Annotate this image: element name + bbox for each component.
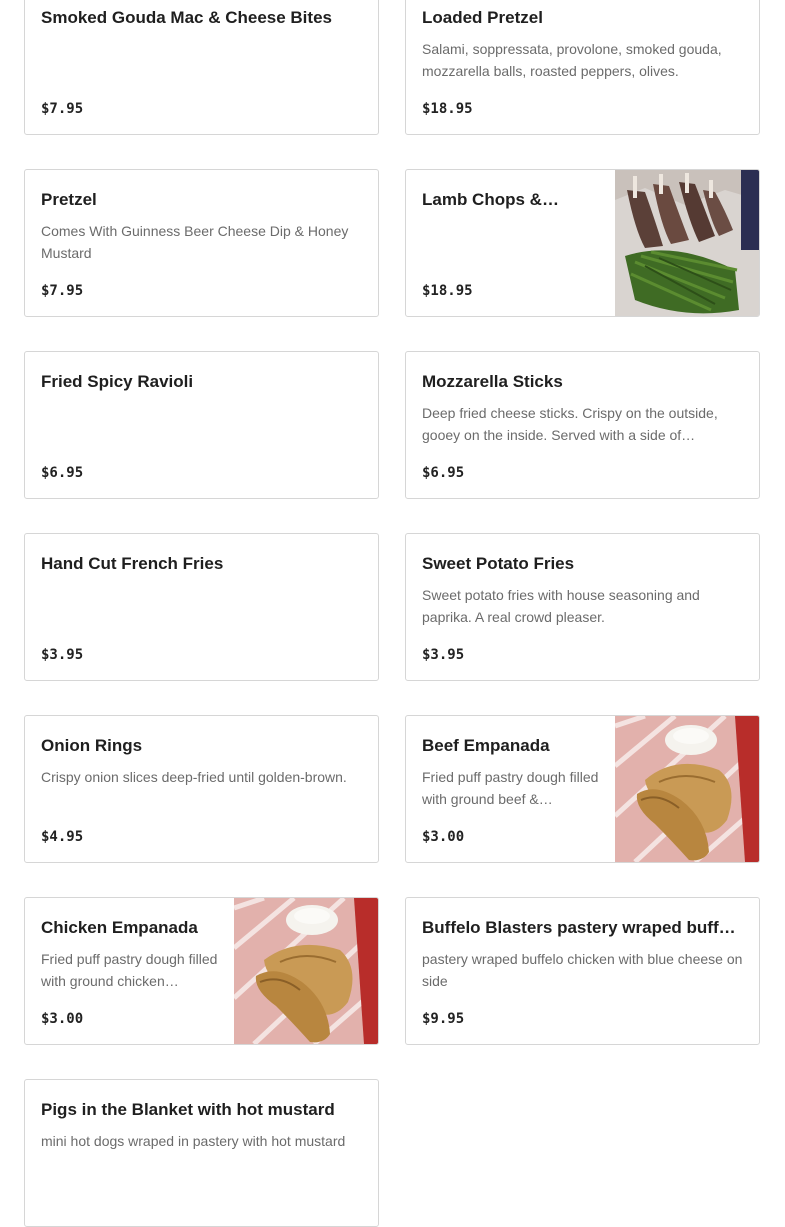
item-description: pastery wraped buffelo chicken with blue… (422, 951, 743, 989)
menu-item-card[interactable]: Lamb Chops &… $18.95 (405, 169, 760, 317)
item-price: $18.95 (422, 283, 473, 299)
item-name: Chicken Empanada (41, 918, 198, 937)
item-price: $9.95 (422, 1011, 465, 1027)
item-description: Fried puff pastry dough filled with grou… (41, 951, 218, 989)
item-price: $4.95 (41, 829, 84, 845)
item-name: Smoked Gouda Mac & Cheese Bites (41, 8, 332, 27)
item-price: $3.95 (41, 647, 84, 663)
item-price: $6.95 (41, 465, 84, 481)
menu-item-card[interactable]: Hand Cut French Fries $3.95 (24, 533, 379, 681)
item-name: Lamb Chops &… (422, 190, 559, 209)
menu-item-card[interactable]: Loaded Pretzel Salami, soppressata, prov… (405, 0, 760, 135)
item-description: Crispy onion slices deep-fried until gol… (41, 769, 347, 785)
item-name: Fried Spicy Ravioli (41, 372, 194, 391)
empanada-photo (234, 898, 378, 1044)
item-name: Beef Empanada (422, 736, 550, 755)
lamb-chops-photo (615, 170, 759, 316)
item-description: mini hot dogs wraped in pastery with hot… (41, 1133, 346, 1149)
item-price: $7.95 (41, 101, 84, 117)
menu-item-card[interactable]: Beef Empanada Fried puff pastry dough fi… (405, 715, 760, 863)
item-name: Pigs in the Blanket with hot mustard (41, 1100, 335, 1119)
menu-item-card[interactable]: Fried Spicy Ravioli $6.95 (24, 351, 379, 499)
menu-item-card[interactable]: Mozzarella Sticks Deep fried cheese stic… (405, 351, 760, 499)
item-name: Mozzarella Sticks (422, 372, 563, 391)
item-name: Loaded Pretzel (422, 8, 543, 27)
menu-item-card[interactable]: Sweet Potato Fries Sweet potato fries wi… (405, 533, 760, 681)
item-description: Comes With Guinness Beer Cheese Dip & Ho… (41, 223, 349, 261)
menu-item-card[interactable]: Pigs in the Blanket with hot mustard min… (24, 1079, 379, 1227)
item-name: Pretzel (41, 190, 97, 209)
item-name: Hand Cut French Fries (41, 554, 224, 573)
item-name: Buffelo Blasters pastery wraped buffelo… (422, 918, 743, 937)
item-description: Fried puff pastry dough filled with grou… (422, 769, 599, 807)
item-price: $3.95 (422, 647, 465, 663)
item-price: $6.95 (422, 465, 465, 481)
item-name: Sweet Potato Fries (422, 554, 575, 573)
menu-item-card[interactable]: Onion Rings Crispy onion slices deep-fri… (24, 715, 379, 863)
item-price: $7.95 (41, 283, 84, 299)
empanada-photo (615, 716, 759, 862)
item-description: Salami, soppressata, provolone, smoked g… (422, 41, 722, 79)
item-name: Onion Rings (41, 736, 143, 755)
item-price: $3.00 (41, 1011, 84, 1027)
menu-item-card[interactable]: Pretzel Comes With Guinness Beer Cheese … (24, 169, 379, 317)
item-description: Deep fried cheese sticks. Crispy on the … (422, 405, 718, 443)
item-price: $3.00 (422, 829, 465, 845)
menu-item-card[interactable]: Chicken Empanada Fried puff pastry dough… (24, 897, 379, 1045)
item-price: $18.95 (422, 101, 473, 117)
item-description: Sweet potato fries with house seasoning … (422, 587, 700, 625)
menu-item-card[interactable]: Smoked Gouda Mac & Cheese Bites $7.95 (24, 0, 379, 135)
menu-item-card[interactable]: Buffelo Blasters pastery wraped buffelo…… (405, 897, 760, 1045)
